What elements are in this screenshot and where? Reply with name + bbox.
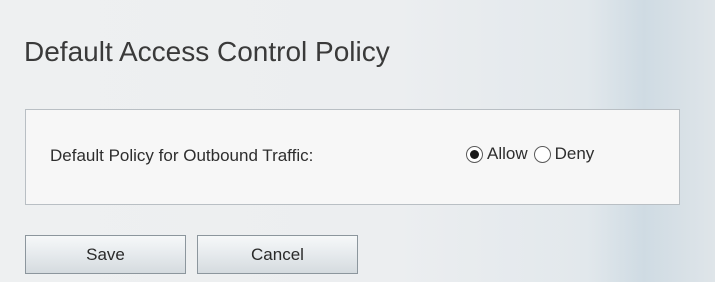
- allow-option[interactable]: Allow: [466, 144, 528, 164]
- outbound-policy-radio-group: Allow Deny: [466, 144, 594, 164]
- save-button[interactable]: Save: [25, 235, 186, 274]
- allow-label[interactable]: Allow: [487, 144, 528, 164]
- cancel-button[interactable]: Cancel: [197, 235, 358, 274]
- page-title: Default Access Control Policy: [24, 36, 390, 67]
- deny-label[interactable]: Deny: [555, 144, 595, 164]
- policy-panel: Default Policy for Outbound Traffic: All…: [25, 109, 680, 205]
- allow-radio[interactable]: [466, 145, 483, 163]
- outbound-policy-label: Default Policy for Outbound Traffic:: [50, 146, 314, 165]
- page: Default Access Control Policy Default Po…: [0, 0, 715, 282]
- deny-radio[interactable]: [533, 145, 551, 163]
- deny-option[interactable]: Deny: [533, 144, 595, 164]
